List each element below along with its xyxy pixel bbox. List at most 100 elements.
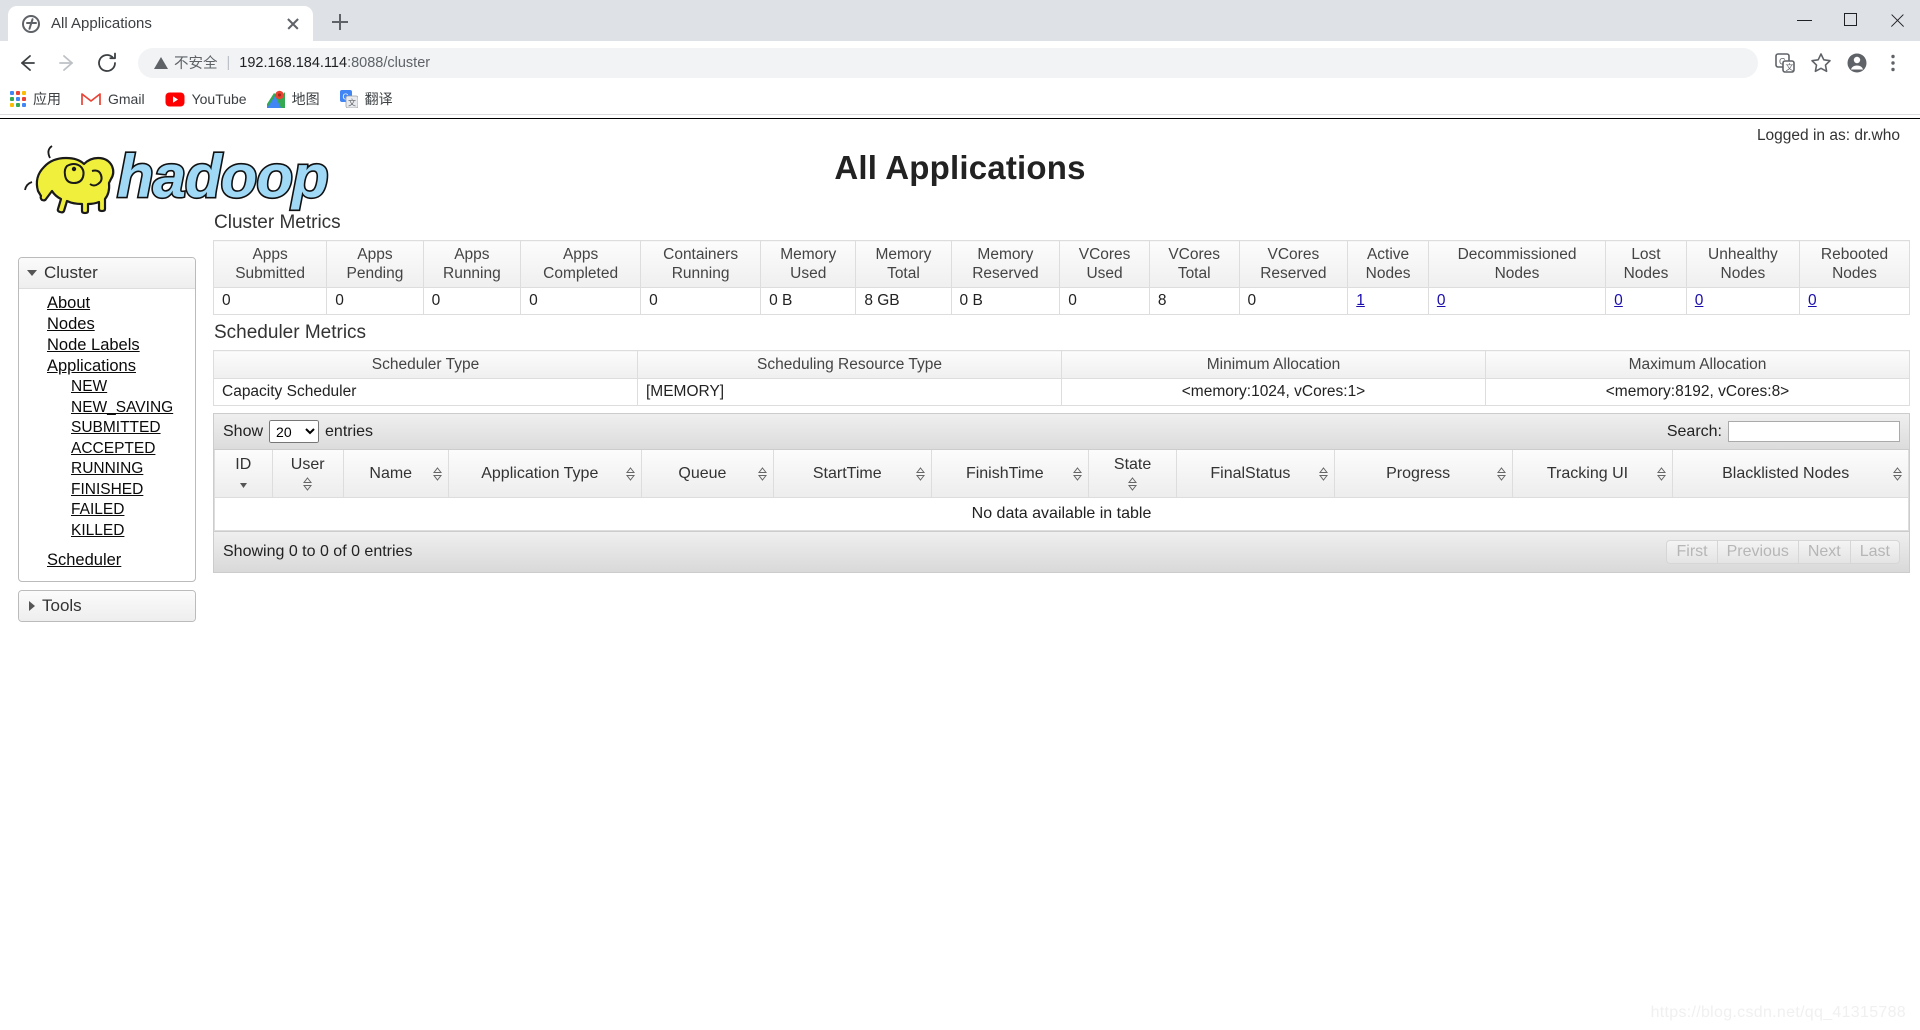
col-containers-running: Containers Running [640, 240, 762, 288]
bookmark-youtube[interactable]: YouTube [165, 91, 247, 107]
pagination-next[interactable]: Next [1797, 540, 1850, 564]
sort-both-icon [625, 466, 635, 482]
bookmark-star-icon[interactable] [1804, 46, 1838, 80]
search-label: Search: [1666, 422, 1722, 440]
col-id[interactable]: ID [214, 450, 273, 498]
sort-both-icon [915, 466, 925, 482]
sidebar-item-state-new[interactable]: NEW [19, 377, 195, 398]
translate-icon[interactable]: G 文 [1768, 46, 1802, 80]
col-name[interactable]: Name [342, 450, 449, 498]
col-memory-used: Memory Used [760, 240, 857, 288]
column-label: Name [369, 465, 413, 482]
cell-vcores-used: 0 [1059, 287, 1150, 315]
sidebar-header-cluster[interactable]: Cluster [19, 258, 195, 289]
pagination-last[interactable]: Last [1849, 540, 1900, 564]
pagination-first[interactable]: First [1666, 540, 1717, 564]
back-arrow-icon[interactable] [10, 46, 44, 80]
sidebar-item-state-accepted[interactable]: ACCEPTED [19, 439, 195, 460]
col-apps-submitted: Apps Submitted [212, 240, 328, 288]
pagination-previous[interactable]: Previous [1716, 540, 1798, 564]
bookmark-apps[interactable]: 应用 [10, 89, 61, 109]
cell-memory-total: 8 GB [855, 287, 952, 315]
sidebar-panel-tools: Tools [18, 590, 196, 622]
col-state[interactable]: State [1088, 450, 1178, 498]
browser-tab[interactable]: All Applications [8, 6, 313, 41]
link-active-nodes[interactable]: 1 [1356, 292, 1365, 309]
cell-apps-completed: 0 [520, 287, 642, 315]
page-title: All Applications [834, 149, 1086, 186]
sidebar-item-state-killed[interactable]: KILLED [19, 521, 195, 542]
link-decommissioned-nodes[interactable]: 0 [1437, 292, 1446, 309]
sidebar-item-scheduler[interactable]: Scheduler [19, 550, 195, 571]
chevron-right-icon [29, 601, 35, 611]
sidebar-header-label: Cluster [44, 263, 98, 282]
column-label: ID [235, 456, 252, 473]
not-secure-warning-icon [154, 56, 168, 69]
col-rebooted-nodes: Rebooted Nodes [1799, 240, 1910, 288]
col-application-type[interactable]: Application Type [447, 450, 642, 498]
cell-lost-nodes[interactable]: 0 [1605, 287, 1687, 315]
profile-avatar-icon[interactable] [1840, 46, 1874, 80]
bookmark-gmail[interactable]: Gmail [81, 91, 145, 107]
col-vcores-reserved: VCores Reserved [1238, 240, 1349, 288]
sidebar-item-state-running[interactable]: RUNNING [19, 459, 195, 480]
sidebar-item-applications[interactable]: Applications [19, 356, 195, 377]
sidebar-item-nodes[interactable]: Nodes [19, 314, 195, 335]
sidebar-panel-cluster: Cluster About Nodes Node Labels Applicat… [18, 257, 196, 582]
bookmarks-bar: 应用 Gmail YouTube 地图 G 文 翻译 [0, 84, 1920, 115]
browser-window: All Applications 不安全 | 192.168.184.114:… [0, 0, 1920, 1030]
chrome-menu-icon[interactable] [1876, 46, 1910, 80]
tab-title: All Applications [51, 15, 152, 32]
search-input[interactable] [1728, 421, 1900, 442]
minimize-button[interactable] [1782, 0, 1828, 41]
sort-both-icon [303, 476, 313, 492]
close-window-button[interactable] [1874, 0, 1920, 41]
sidebar-item-state-failed[interactable]: FAILED [19, 500, 195, 521]
cell-active-nodes[interactable]: 1 [1347, 287, 1429, 315]
sidebar-item-state-new-saving[interactable]: NEW_SAVING [19, 398, 195, 419]
col-maximum-allocation: Maximum Allocation [1485, 350, 1910, 379]
empty-table-message: No data available in table [214, 498, 1909, 531]
link-lost-nodes[interactable]: 0 [1614, 292, 1623, 309]
reload-icon[interactable] [90, 46, 124, 80]
col-finalstatus[interactable]: FinalStatus [1176, 450, 1335, 498]
col-tracking-ui[interactable]: Tracking UI [1511, 450, 1674, 498]
col-progress[interactable]: Progress [1333, 450, 1513, 498]
link-rebooted-nodes[interactable]: 0 [1808, 292, 1817, 309]
close-icon[interactable] [283, 14, 303, 34]
col-user[interactable]: User [271, 450, 344, 498]
link-unhealthy-nodes[interactable]: 0 [1695, 292, 1704, 309]
col-queue[interactable]: Queue [640, 450, 774, 498]
sort-desc-icon [239, 476, 248, 492]
cell-decommissioned-nodes[interactable]: 0 [1427, 287, 1607, 315]
sidebar-item-node-labels[interactable]: Node Labels [19, 335, 195, 356]
sidebar-item-state-finished[interactable]: FINISHED [19, 480, 195, 501]
address-bar[interactable]: 不安全 | 192.168.184.114:8088/cluster [138, 47, 1758, 78]
applications-datatable: Show 20406080100 entries Search: [213, 413, 1910, 573]
cell-rebooted-nodes[interactable]: 0 [1799, 287, 1910, 315]
sidebar-item-state-submitted[interactable]: SUBMITTED [19, 418, 195, 439]
column-label: State [1113, 456, 1152, 473]
bookmark-translate[interactable]: G 文 翻译 [339, 89, 393, 109]
cell-minimum-allocation: <memory:1024, vCores:1> [1061, 378, 1486, 406]
datatable-toolbar: Show 20406080100 entries Search: [214, 414, 1909, 450]
cell-apps-running: 0 [422, 287, 522, 315]
maximize-button[interactable] [1828, 0, 1874, 41]
sort-both-icon [432, 466, 442, 482]
forward-arrow-icon[interactable] [50, 46, 84, 80]
page-length-select[interactable]: 20406080100 [269, 420, 320, 443]
new-tab-button[interactable] [323, 5, 357, 39]
column-label: Progress [1386, 465, 1451, 482]
col-finishtime[interactable]: FinishTime [930, 450, 1090, 498]
cell-unhealthy-nodes[interactable]: 0 [1685, 287, 1801, 315]
sidebar-header-tools[interactable]: Tools [19, 591, 195, 621]
cell-memory-reserved: 0 B [950, 287, 1061, 315]
bookmark-maps[interactable]: 地图 [266, 89, 320, 109]
table-row: 000000 B8 GB 0 B08010000 [212, 287, 1910, 315]
sidebar-item-about[interactable]: About [19, 293, 195, 314]
applications-table: ID User Name Application Type Queue StartTime… [214, 450, 1909, 498]
col-minimum-allocation: Minimum Allocation [1061, 350, 1486, 379]
col-blacklisted-nodes[interactable]: Blacklisted Nodes [1672, 450, 1909, 498]
col-starttime[interactable]: StartTime [772, 450, 932, 498]
cell-apps-pending: 0 [326, 287, 424, 315]
